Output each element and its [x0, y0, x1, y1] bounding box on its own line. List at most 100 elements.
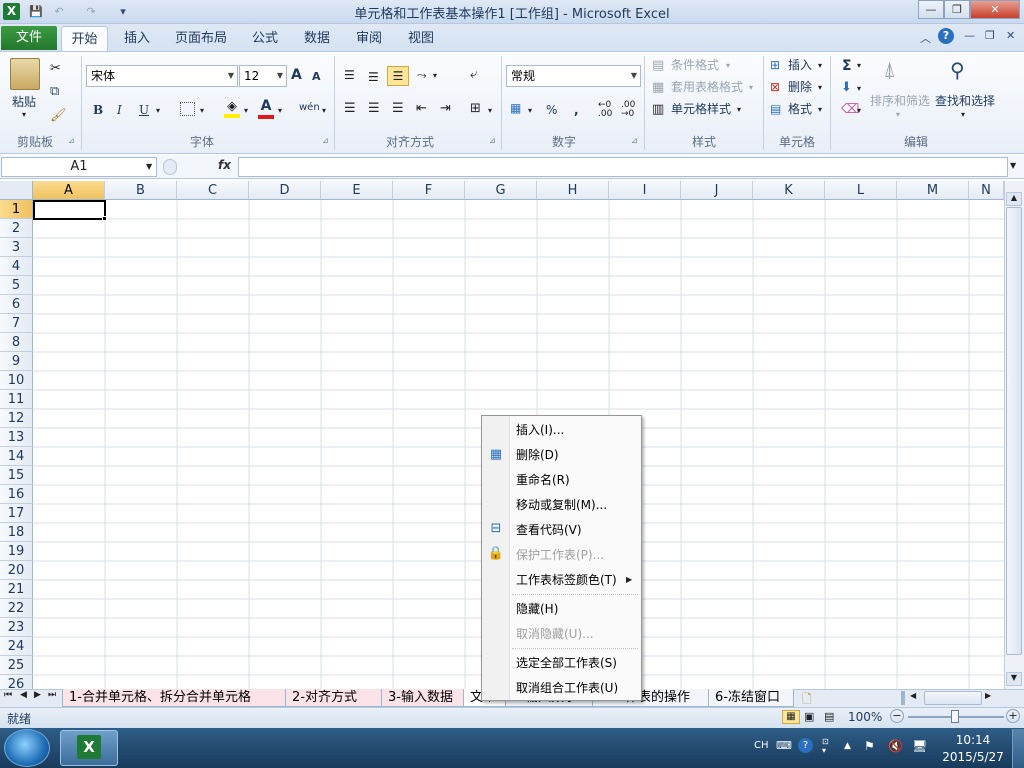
fill-color-icon[interactable]: ◈ — [224, 100, 240, 118]
last-sheet-icon[interactable]: ⏭ — [48, 690, 56, 700]
comma-button[interactable]: , — [574, 101, 579, 119]
currency-dropdown-icon[interactable]: ▾ — [528, 106, 532, 115]
align-right-icon[interactable]: ☰ — [392, 101, 404, 116]
menu-item-select-all-sheets[interactable]: 选定全部工作表(S) — [516, 652, 617, 674]
orientation-icon[interactable]: ⤳ — [417, 68, 427, 83]
fill-handle[interactable] — [102, 216, 107, 221]
row-header-19[interactable]: 19 — [0, 542, 33, 561]
formula-resize-handle[interactable] — [163, 159, 177, 175]
row-header-23[interactable]: 23 — [0, 618, 33, 637]
copy-icon[interactable]: ⧉ — [50, 84, 59, 99]
column-header-i[interactable]: I — [609, 181, 681, 200]
align-middle-icon[interactable]: ☰ — [368, 70, 379, 84]
decrease-indent-icon[interactable]: ⇤ — [416, 101, 427, 116]
column-header-f[interactable]: F — [393, 181, 465, 200]
tab-home[interactable]: 开始 — [61, 26, 108, 52]
column-header-d[interactable]: D — [249, 181, 321, 200]
fill-icon[interactable]: ⬇ — [841, 80, 852, 95]
row-header-24[interactable]: 24 — [0, 637, 33, 656]
column-header-j[interactable]: J — [681, 181, 753, 200]
font-name-select[interactable]: 宋体 ▼ — [86, 65, 238, 87]
autosum-button[interactable]: Σ — [842, 57, 852, 75]
merge-center-icon[interactable]: ⊞ — [470, 101, 481, 116]
currency-icon[interactable]: ▦ — [510, 101, 521, 115]
page-break-view-icon[interactable]: ▤ — [824, 710, 834, 723]
alignment-launcher-icon[interactable]: ⊿ — [489, 136, 499, 146]
column-header-g[interactable]: G — [465, 181, 537, 200]
menu-item-insert[interactable]: 插入(I)... — [516, 419, 564, 441]
phonetic-dropdown-icon[interactable]: ▾ — [322, 106, 326, 115]
row-header-25[interactable]: 25 — [0, 656, 33, 675]
tab-page-layout[interactable]: 页面布局 — [170, 26, 232, 51]
italic-button[interactable]: I — [117, 101, 122, 119]
format-as-table-button[interactable]: 套用表格格式 — [671, 78, 743, 96]
align-top-icon[interactable]: ☰ — [344, 68, 355, 82]
percent-button[interactable]: % — [546, 101, 557, 119]
formula-input[interactable] — [238, 157, 1008, 177]
row-header-16[interactable]: 16 — [0, 485, 33, 504]
volume-icon[interactable]: 🔇 — [888, 739, 903, 753]
cell-styles-button[interactable]: 单元格样式 — [671, 100, 731, 118]
zoom-level[interactable]: 100% — [848, 710, 882, 724]
prev-sheet-icon[interactable]: ◀ — [20, 690, 27, 700]
number-format-select[interactable]: 常规 ▼ — [506, 65, 641, 87]
borders-dropdown-icon[interactable]: ▾ — [200, 106, 204, 115]
bold-button[interactable]: B — [93, 101, 103, 119]
align-left-icon[interactable]: ☰ — [344, 101, 356, 116]
row-header-13[interactable]: 13 — [0, 428, 33, 447]
name-box[interactable]: A1 — [1, 157, 157, 177]
column-header-a[interactable]: A — [33, 181, 105, 200]
keyboard-icon[interactable]: ⌨ — [776, 739, 792, 752]
underline-button[interactable]: U — [139, 101, 149, 119]
increase-indent-icon[interactable]: ⇥ — [440, 101, 451, 116]
find-select-button[interactable]: 查找和选择 — [935, 92, 995, 110]
maximize-button[interactable]: ❐ — [944, 0, 970, 19]
increase-decimal-icon[interactable]: ←0.00 — [598, 101, 612, 119]
shrink-font-button[interactable]: A — [312, 68, 321, 86]
decrease-decimal-icon[interactable]: .00 →0 — [621, 101, 635, 119]
menu-item-tab-color[interactable]: 工作表标签颜色(T) — [516, 569, 617, 591]
hscroll-thumb[interactable] — [924, 691, 982, 705]
column-header-b[interactable]: B — [105, 181, 177, 200]
column-header-c[interactable]: C — [177, 181, 249, 200]
font-size-select[interactable]: 12 ▼ — [239, 65, 287, 87]
paste-button[interactable]: 粘贴 — [12, 93, 36, 111]
paste-icon[interactable] — [10, 58, 40, 90]
grow-font-button[interactable]: A — [291, 66, 302, 84]
minimize-button[interactable]: — — [918, 0, 944, 19]
format-painter-icon[interactable]: 🖌 — [50, 108, 67, 123]
next-sheet-icon[interactable]: ▶ — [34, 690, 41, 700]
clear-dropdown-icon[interactable]: ▾ — [857, 106, 861, 115]
start-button-icon[interactable] — [4, 729, 50, 767]
row-header-11[interactable]: 11 — [0, 390, 33, 409]
scroll-up-icon[interactable]: ▲ — [1006, 192, 1022, 206]
menu-item-protect-sheet[interactable]: 保护工作表(P)... — [516, 544, 604, 566]
delete-cells-button[interactable]: 删除 — [788, 78, 812, 96]
paste-dropdown-icon[interactable]: ▾ — [22, 110, 26, 119]
tray-expand-icon[interactable]: ▲ — [844, 741, 851, 751]
close-button[interactable]: ✕ — [970, 0, 1020, 19]
cut-icon[interactable]: ✂ — [50, 61, 61, 76]
menu-item-hide[interactable]: 隐藏(H) — [516, 598, 558, 620]
language-indicator[interactable]: CH — [754, 740, 769, 751]
row-header-6[interactable]: 6 — [0, 295, 33, 314]
network-icon[interactable]: 🖥 — [912, 739, 927, 753]
sheet-tab[interactable]: 1-合并单元格、拆分合并单元格 — [62, 689, 286, 707]
font-launcher-icon[interactable]: ⊿ — [322, 136, 332, 146]
zoom-slider-thumb[interactable] — [951, 710, 959, 723]
workbook-close-icon[interactable]: ✕ — [1006, 29, 1015, 42]
tab-view[interactable]: 视图 — [402, 26, 440, 51]
merge-dropdown-icon[interactable]: ▾ — [488, 106, 492, 115]
row-header-5[interactable]: 5 — [0, 276, 33, 295]
wrap-text-icon[interactable]: ⤶ — [470, 67, 477, 82]
column-header-m[interactable]: M — [897, 181, 969, 200]
menu-item-view-code[interactable]: 查看代码(V) — [516, 519, 582, 541]
row-header-8[interactable]: 8 — [0, 333, 33, 352]
menu-item-ungroup-sheets[interactable]: 取消组合工作表(U) — [516, 677, 618, 699]
font-color-dropdown-icon[interactable]: ▾ — [278, 106, 282, 115]
row-header-2[interactable]: 2 — [0, 219, 33, 238]
hscroll-split-handle[interactable] — [901, 691, 905, 705]
sheet-tab[interactable]: 2-对齐方式 — [285, 689, 382, 707]
align-bottom-icon[interactable]: ☰ — [387, 66, 409, 86]
insert-cells-button[interactable]: 插入 — [788, 56, 812, 74]
